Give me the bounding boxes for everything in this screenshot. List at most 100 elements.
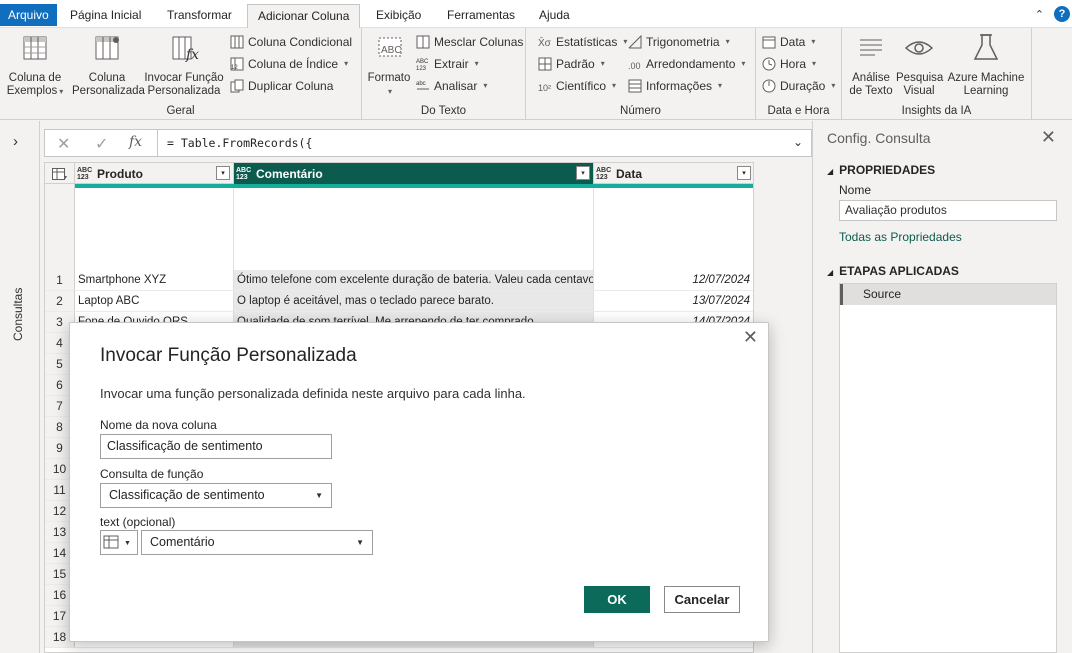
function-query-select[interactable]: Classificação de sentimento ▼	[100, 483, 332, 508]
help-icon[interactable]: ?	[1054, 6, 1070, 22]
applied-steps-section[interactable]: ◢ ETAPAS APLICADAS	[827, 264, 959, 278]
data-button[interactable]: Data ▾	[762, 33, 815, 51]
group-data-hora: Data ▾ Hora ▾ Duração ▾ Data e Hora	[756, 28, 842, 120]
informacoes-button[interactable]: Informações ▾	[628, 77, 722, 95]
function-query-label: Consulta de função	[100, 467, 204, 481]
invocar-funcao-button[interactable]: fx Invocar Função Personalizada	[144, 32, 224, 98]
hora-label: Hora	[780, 57, 807, 71]
commit-formula-icon[interactable]: ✓	[95, 134, 108, 154]
arredondamento-button[interactable]: .00 Arredondamento ▾	[628, 55, 745, 73]
dialog-close-icon[interactable]: ✕	[743, 327, 758, 348]
analise-texto-button[interactable]: Análise de Texto	[848, 32, 894, 98]
coluna-indice-label: Coluna de Índice	[248, 57, 339, 71]
text-type-icon[interactable]: ABC 123	[236, 167, 256, 181]
coluna-exemplos-label: Coluna de Exemplos	[6, 72, 62, 97]
step-source[interactable]: Source	[840, 284, 1056, 305]
formato-button[interactable]: ABC Formato ▾	[366, 32, 412, 98]
cell-comentario[interactable]: Ótimo telefone com excelente duração de …	[234, 270, 594, 291]
filter-dropdown-icon[interactable]: ▾	[216, 166, 230, 180]
svg-text:abc: abc	[416, 81, 426, 87]
formula-input[interactable]: = Table.FromRecords({	[167, 136, 312, 150]
dialog-description: Invocar uma função personalizada definid…	[100, 386, 526, 401]
duplicar-coluna-label: Duplicar Coluna	[248, 79, 334, 93]
new-column-name-input[interactable]: Classificação de sentimento	[100, 434, 332, 459]
text-type-icon[interactable]: ABC 123	[77, 167, 97, 181]
cientifico-button[interactable]: 10² Científico ▾	[538, 77, 616, 95]
hora-button[interactable]: Hora ▾	[762, 55, 816, 73]
column-profile-data	[594, 188, 753, 270]
svg-text:ABC: ABC	[416, 59, 429, 65]
close-icon[interactable]: ✕	[1041, 127, 1056, 148]
cell-data[interactable]: 12/07/2024	[594, 270, 753, 291]
tab-ajuda[interactable]: Ajuda	[529, 4, 580, 28]
queries-label[interactable]: Consultas	[11, 288, 25, 341]
expand-formula-icon[interactable]: ⌄	[793, 135, 803, 149]
padrao-button[interactable]: Padrão ▾	[538, 55, 605, 73]
duplicar-coluna-button[interactable]: Duplicar Coluna	[230, 77, 333, 95]
cell-produto[interactable]: Laptop ABC	[75, 291, 234, 312]
column-name-comentario: Comentário	[256, 166, 323, 181]
cell-comentario[interactable]: O laptop é aceitável, mas o teclado pare…	[234, 291, 594, 312]
coluna-indice-button[interactable]: 12 Coluna de Índice ▾	[230, 55, 348, 73]
all-properties-link[interactable]: Todas as Propriedades	[839, 230, 962, 244]
properties-section[interactable]: ◢ PROPRIEDADES	[827, 163, 935, 177]
expand-queries-icon[interactable]: ›	[13, 133, 18, 150]
coluna-condicional-button[interactable]: Coluna Condicional	[230, 33, 352, 51]
text-param-value: Comentário	[150, 535, 215, 549]
collapse-ribbon-icon[interactable]: ⌃	[1035, 8, 1044, 21]
filter-dropdown-icon[interactable]: ▾	[576, 166, 590, 180]
cancel-formula-icon[interactable]: ✕	[57, 134, 70, 154]
analisar-label: Analisar	[434, 79, 478, 93]
tab-transformar[interactable]: Transformar	[157, 4, 242, 28]
estatisticas-button[interactable]: X̄σ Estatísticas ▾	[538, 33, 627, 51]
query-name-input[interactable]: Avaliação produtos	[839, 200, 1057, 221]
tab-exibicao[interactable]: Exibição	[366, 4, 431, 28]
formato-label: Formato	[367, 72, 411, 84]
tab-arquivo[interactable]: Arquivo	[0, 4, 57, 26]
azure-ml-button[interactable]: Azure Machine Learning	[946, 32, 1026, 98]
name-label: Nome	[839, 183, 872, 197]
mesclar-colunas-label: Mesclar Colunas	[434, 35, 524, 49]
tab-pagina-inicial[interactable]: Página Inicial	[60, 4, 151, 28]
extrair-button[interactable]: ABC 123 Extrair ▾	[416, 55, 479, 73]
information-icon	[628, 79, 642, 93]
table-menu-icon[interactable]: ▾	[45, 163, 75, 184]
analisar-button[interactable]: abc Analisar ▾	[416, 77, 487, 95]
coluna-personalizada-button[interactable]: Coluna Personalizada	[72, 32, 145, 98]
filter-dropdown-icon[interactable]: ▾	[737, 166, 751, 180]
mesclar-colunas-button[interactable]: Mesclar Colunas	[416, 33, 523, 51]
cientifico-label: Científico	[556, 79, 607, 93]
trigonometria-button[interactable]: Trigonometria ▾	[628, 33, 730, 51]
collapse-triangle-icon[interactable]: ◢	[827, 268, 833, 277]
cell-data[interactable]: 13/07/2024	[594, 291, 753, 312]
tab-ferramentas[interactable]: Ferramentas	[437, 4, 525, 28]
invoke-function-icon: fx	[172, 36, 199, 63]
cancel-button[interactable]: Cancelar	[664, 586, 740, 613]
column-header-data[interactable]: ABC 123 Data ▾	[594, 163, 753, 184]
text-param-label: text (opcional)	[100, 515, 176, 529]
column-header-produto[interactable]: ABC 123 Produto ▾	[75, 163, 234, 184]
pesquisa-visual-button[interactable]: Pesquisa Visual	[896, 32, 943, 98]
duracao-button[interactable]: Duração ▾	[762, 77, 835, 95]
extrair-label: Extrair	[434, 57, 469, 71]
text-type-icon[interactable]: ABC 123	[596, 167, 616, 181]
coluna-exemplos-button[interactable]: Coluna de Exemplos ▾	[4, 32, 66, 98]
custom-column-icon	[95, 36, 119, 60]
estatisticas-label: Estatísticas	[556, 35, 618, 49]
cell-produto[interactable]: Smartphone XYZ	[75, 270, 234, 291]
svg-text:12: 12	[231, 65, 238, 71]
fx-icon[interactable]: fx	[129, 134, 142, 150]
collapse-triangle-icon[interactable]: ◢	[827, 167, 833, 176]
row-number[interactable]: 2	[45, 291, 75, 312]
column-profile-produto	[75, 188, 234, 270]
text-param-select[interactable]: Comentário ▼	[141, 530, 373, 555]
duplicate-column-icon	[230, 79, 244, 93]
menu-bar: Arquivo Página Inicial Transformar Adici…	[0, 0, 1072, 29]
data-label: Data	[780, 35, 806, 49]
tab-adicionar-coluna[interactable]: Adicionar Coluna	[247, 4, 361, 29]
column-header-comentario[interactable]: ABC 123 Comentário ▾	[234, 163, 594, 184]
applied-steps-list: Source	[839, 283, 1057, 653]
param-type-button[interactable]: ▼	[100, 530, 138, 555]
ok-button[interactable]: OK	[584, 586, 650, 613]
row-number[interactable]: 1	[45, 270, 75, 291]
